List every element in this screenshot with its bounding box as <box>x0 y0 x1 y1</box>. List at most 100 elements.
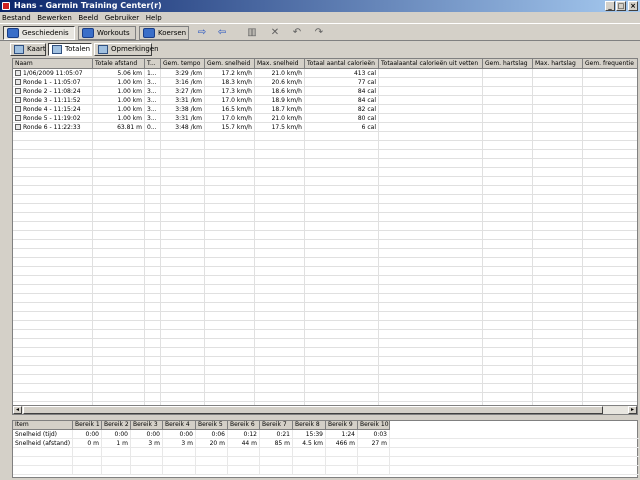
table-cell <box>13 303 93 312</box>
zones-column-header[interactable]: Bereik 3 <box>131 421 163 430</box>
table-cell <box>379 393 483 402</box>
column-header[interactable]: Totaal aantal calorieën <box>305 59 379 69</box>
table-cell <box>305 150 379 159</box>
table-cell <box>161 195 205 204</box>
zones-column-header[interactable]: Bereik 10 <box>358 421 390 430</box>
column-header[interactable]: Gem. tempo <box>161 59 205 69</box>
table-cell <box>145 159 161 168</box>
tab-kaart[interactable]: Kaart <box>10 43 46 56</box>
table-cell <box>13 222 93 231</box>
table-cell <box>13 258 93 267</box>
table-cell <box>483 312 533 321</box>
tab-totalen[interactable]: Totalen <box>48 43 92 56</box>
table-cell <box>533 249 583 258</box>
redo-icon[interactable]: ↷ <box>312 27 326 39</box>
table-cell <box>161 231 205 240</box>
table-cell: 6 cal <box>305 123 379 132</box>
table-cell <box>205 249 255 258</box>
receive-from-device-icon[interactable]: ⇦ <box>215 27 229 39</box>
empty-row <box>13 177 637 186</box>
zones-column-header[interactable]: Bereik 5 <box>196 421 228 430</box>
table-cell <box>145 312 161 321</box>
tab-koersen[interactable]: Koersen <box>139 26 189 40</box>
empty-row <box>13 249 637 258</box>
table-cell <box>255 384 305 393</box>
column-header[interactable]: Gem. hartslag <box>483 59 533 69</box>
table-row[interactable]: Ronde 4 - 11:15:24 1.00 km 3... 3:38 /km 16.… <box>13 105 637 114</box>
horizontal-scrollbar[interactable]: ◂ ▸ <box>12 405 638 415</box>
table-cell <box>379 276 483 285</box>
table-row[interactable]: Ronde 1 - 11:05:07 1.00 km 3... 3:16 /km 18.… <box>13 78 637 87</box>
column-header[interactable]: Gem. frequentie <box>583 59 637 69</box>
zones-cell <box>326 466 358 475</box>
send-to-device-icon[interactable]: ⇨ <box>195 27 209 39</box>
table-row[interactable]: Ronde 2 - 11:08:24 1.00 km 3... 3:27 /km 17.… <box>13 87 637 96</box>
table-cell <box>205 330 255 339</box>
table-cell <box>533 195 583 204</box>
table-cell <box>583 384 637 393</box>
zones-column-header[interactable]: Item <box>13 421 73 430</box>
table-row[interactable]: 1/06/2009 11:05:07 5.06 km 1... 3:29 /km 17.… <box>13 69 637 78</box>
column-header[interactable]: Gem. snelheid <box>205 59 255 69</box>
zones-cell <box>196 457 228 466</box>
table-row[interactable]: Ronde 6 - 11:22:33 63.81 m 0... 3:48 /km 15.… <box>13 123 637 132</box>
delete-icon[interactable]: ▥ <box>245 27 259 39</box>
table-cell <box>379 285 483 294</box>
table-cell <box>161 384 205 393</box>
table-row[interactable]: Ronde 3 - 11:11:52 1.00 km 3... 3:31 /km 17.… <box>13 96 637 105</box>
scroll-right-icon[interactable]: ▸ <box>628 406 637 414</box>
empty-row <box>13 330 637 339</box>
zones-column-header[interactable]: Bereik 1 <box>73 421 102 430</box>
table-cell <box>255 285 305 294</box>
table-cell <box>13 186 93 195</box>
empty-row <box>13 159 637 168</box>
undo-icon[interactable]: ↶ <box>290 27 304 39</box>
table-cell <box>533 276 583 285</box>
close-button[interactable]: × <box>628 1 638 11</box>
table-cell <box>379 96 483 105</box>
close-x-icon[interactable]: ✕ <box>268 27 282 39</box>
table-cell <box>583 186 637 195</box>
maximize-button[interactable]: □ <box>616 1 626 11</box>
table-cell <box>379 87 483 96</box>
table-cell <box>161 267 205 276</box>
empty-row <box>13 231 637 240</box>
column-header[interactable]: Totaalaantal calorieën uit vetten <box>379 59 483 69</box>
table-cell <box>533 141 583 150</box>
column-header[interactable]: Max. snelheid <box>255 59 305 69</box>
table-row[interactable]: Ronde 5 - 11:19:02 1.00 km 3... 3:31 /km 17.… <box>13 114 637 123</box>
column-header[interactable]: Naam <box>13 59 93 69</box>
table-cell <box>583 231 637 240</box>
table-cell <box>483 357 533 366</box>
table-cell <box>205 213 255 222</box>
zones-cell <box>163 466 196 475</box>
table-cell: 84 cal <box>305 96 379 105</box>
column-header[interactable]: T... <box>145 59 161 69</box>
empty-row <box>13 150 637 159</box>
tab-workouts[interactable]: Workouts <box>78 26 136 40</box>
table-cell <box>93 330 145 339</box>
zones-column-header[interactable]: Bereik 4 <box>163 421 196 430</box>
zones-column-header[interactable]: Bereik 9 <box>326 421 358 430</box>
zones-column-header[interactable]: Bereik 2 <box>102 421 131 430</box>
zones-column-header[interactable]: Bereik 8 <box>293 421 326 430</box>
table-cell <box>483 177 533 186</box>
tab-opmerkingen[interactable]: Opmerkingen <box>94 43 159 56</box>
table-cell <box>583 249 637 258</box>
scroll-thumb[interactable] <box>23 406 603 414</box>
column-header[interactable]: Totale afstand <box>93 59 145 69</box>
zones-column-header[interactable]: Bereik 7 <box>260 421 293 430</box>
table-cell <box>255 213 305 222</box>
table-cell <box>379 375 483 384</box>
column-header[interactable]: Max. hartslag <box>533 59 583 69</box>
tab-geschiedenis[interactable]: Geschiedenis <box>3 26 75 40</box>
table-cell <box>533 105 583 114</box>
zones-column-header[interactable]: Bereik 6 <box>228 421 260 430</box>
zones-cell <box>163 457 196 466</box>
minimize-button[interactable]: _ <box>605 1 615 11</box>
empty-row <box>13 204 637 213</box>
scroll-left-icon[interactable]: ◂ <box>13 406 22 414</box>
table-cell <box>533 357 583 366</box>
table-cell <box>161 213 205 222</box>
empty-row <box>13 321 637 330</box>
